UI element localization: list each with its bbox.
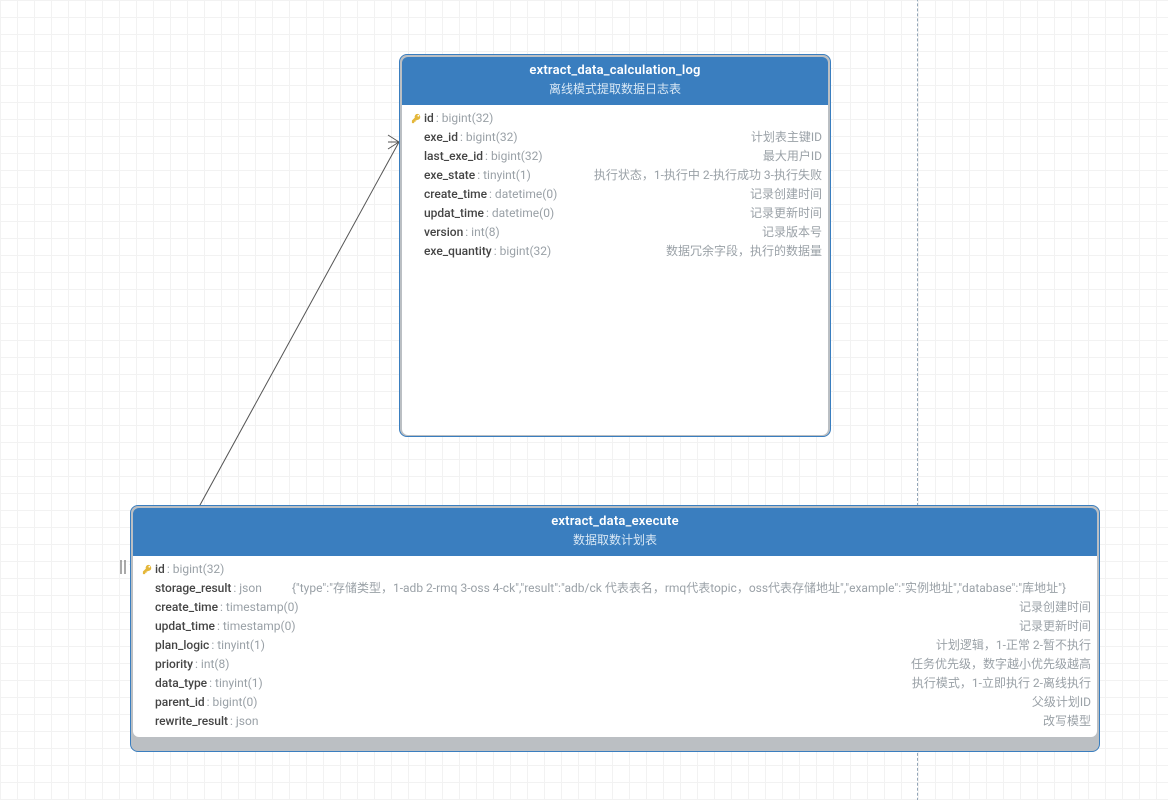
field-row[interactable]: updat_time: timestamp(0) 记录更新时间 bbox=[139, 617, 1091, 636]
field-row[interactable]: parent_id: bigint(0) 父级计划ID bbox=[139, 693, 1091, 712]
table-subtitle: 离线模式提取数据日志表 bbox=[402, 80, 828, 105]
table-body: id: bigint(32) exe_id: bigint(32) 计划表主键I… bbox=[402, 105, 828, 435]
field-row[interactable]: last_exe_id: bigint(32) 最大用户ID bbox=[408, 147, 822, 166]
primary-key-icon bbox=[408, 113, 424, 124]
field-row[interactable]: data_type: tinyint(1) 执行模式，1-立即执行 2-离线执行 bbox=[139, 674, 1091, 693]
table-title: extract_data_execute bbox=[133, 508, 1097, 531]
field-row[interactable]: priority: int(8) 任务优先级，数字越小优先级越高 bbox=[139, 655, 1091, 674]
field-row[interactable]: exe_state: tinyint(1) 执行状态，1-执行中 2-执行成功 … bbox=[408, 166, 822, 185]
field-row[interactable]: exe_quantity: bigint(32) 数据冗余字段，执行的数据量 bbox=[408, 242, 822, 261]
table-body: id: bigint(32) storage_result: json {"ty… bbox=[133, 556, 1097, 737]
primary-key-icon bbox=[139, 564, 155, 575]
field-comment: 计划表主键ID bbox=[751, 128, 822, 147]
table-subtitle: 数据取数计划表 bbox=[133, 531, 1097, 556]
table-extract-data-calculation-log[interactable]: extract_data_calculation_log 离线模式提取数据日志表… bbox=[399, 54, 831, 437]
field-row[interactable]: storage_result: json {"type":"存储类型，1-adb… bbox=[139, 579, 1091, 598]
field-name: id bbox=[424, 109, 434, 128]
diagram-canvas[interactable]: extract_data_calculation_log 离线模式提取数据日志表… bbox=[0, 0, 1168, 800]
field-row[interactable]: plan_logic: tinyint(1) 计划逻辑，1-正常 2-暂不执行 bbox=[139, 636, 1091, 655]
field-row[interactable]: version: int(8) 记录版本号 bbox=[408, 223, 822, 242]
field-row[interactable]: id: bigint(32) bbox=[408, 109, 822, 128]
field-row[interactable]: create_time: datetime(0) 记录创建时间 bbox=[408, 185, 822, 204]
table-extract-data-execute[interactable]: extract_data_execute 数据取数计划表 id: bigint(… bbox=[130, 505, 1100, 752]
field-name: exe_id bbox=[424, 128, 458, 147]
table-title: extract_data_calculation_log bbox=[402, 57, 828, 80]
field-row[interactable]: rewrite_result: json 改写模型 bbox=[139, 712, 1091, 731]
field-type: : bigint(32) bbox=[436, 109, 494, 128]
field-row[interactable]: create_time: timestamp(0) 记录创建时间 bbox=[139, 598, 1091, 617]
field-row[interactable]: id: bigint(32) bbox=[139, 560, 1091, 579]
field-row[interactable]: updat_time: datetime(0) 记录更新时间 bbox=[408, 204, 822, 223]
field-row[interactable]: exe_id: bigint(32) 计划表主键ID bbox=[408, 128, 822, 147]
